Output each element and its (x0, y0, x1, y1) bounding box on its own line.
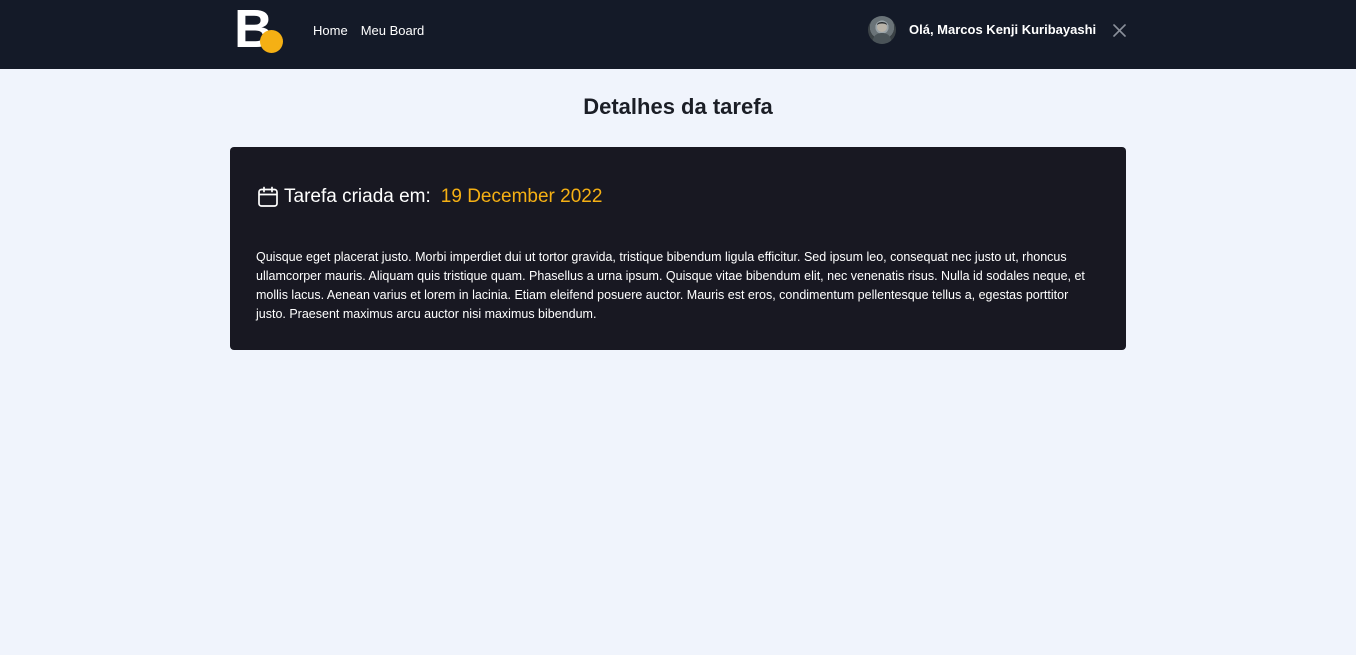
user-greeting: Olá, Marcos Kenji Kuribayashi (909, 22, 1097, 37)
app-logo[interactable]: B (234, 2, 286, 56)
top-navbar: B Home Meu Board Olá, Marcos Kenji Kurib… (0, 0, 1356, 69)
nav-home-link[interactable]: Home (313, 23, 348, 39)
created-row: Tarefa criada em: 19 December 2022 (257, 184, 602, 210)
logo-dot (260, 30, 283, 53)
user-area: Olá, Marcos Kenji Kuribayashi (868, 16, 1126, 44)
main-nav: Home Meu Board (313, 23, 424, 39)
created-date: 19 December 2022 (440, 186, 603, 207)
nav-meu-board-link[interactable]: Meu Board (361, 23, 425, 39)
task-description: Quisque eget placerat justo. Morbi imper… (256, 250, 1085, 321)
created-label: Tarefa criada em: (284, 186, 431, 207)
task-details-card: Tarefa criada em: 19 December 2022 Quisq… (230, 147, 1126, 350)
avatar-image (872, 22, 892, 44)
user-avatar[interactable] (868, 16, 896, 44)
page-title: Detalhes da tarefa (583, 94, 773, 119)
close-icon[interactable] (1112, 23, 1126, 37)
calendar-icon (257, 186, 279, 208)
